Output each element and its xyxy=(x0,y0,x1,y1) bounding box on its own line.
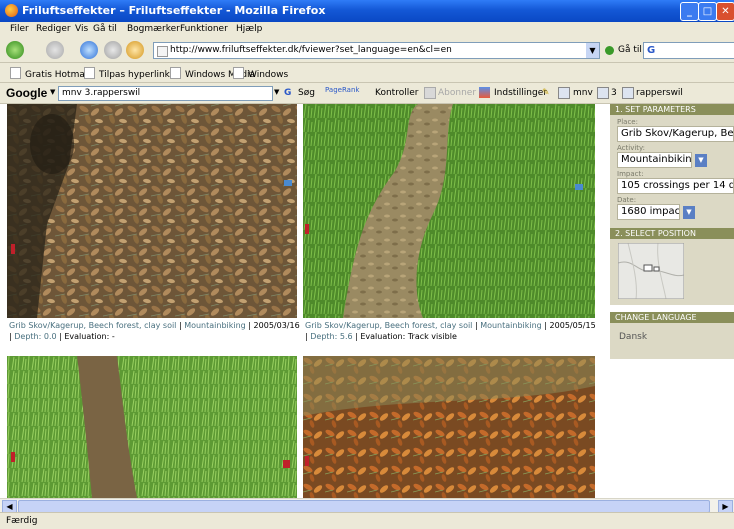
bookmark-item[interactable]: Gratis Hotmail xyxy=(10,67,90,80)
subscribe-icon xyxy=(424,87,436,99)
bookmark-item[interactable]: Windows xyxy=(233,67,288,80)
search-term-button[interactable]: rapperswil xyxy=(636,88,683,98)
status-text: Færdig xyxy=(6,516,38,526)
forward-arrow-icon[interactable] xyxy=(46,41,64,59)
field-label: Date: xyxy=(617,196,637,204)
google-search-button[interactable]: Søg xyxy=(298,88,315,98)
set-parameters-section: 1. SET PARAMETERS Place: Grib Skov/Kager… xyxy=(610,104,734,230)
field-label: Impact: xyxy=(617,170,644,178)
photo-date: 2005/05/15 xyxy=(549,321,596,330)
horizontal-scrollbar[interactable]: ◀ ▶ xyxy=(0,498,734,514)
select-position-section: 2. SELECT POSITION xyxy=(610,228,734,305)
subscribe-button[interactable]: Abonner xyxy=(438,88,476,98)
chevron-down-icon[interactable]: ▼ xyxy=(274,88,279,96)
search-term-icon xyxy=(622,87,634,99)
change-language-section: CHANGE LANGUAGE Dansk xyxy=(610,312,734,359)
highlight-icon[interactable]: ✎ xyxy=(542,88,550,98)
settings-icon xyxy=(479,87,490,98)
chevron-down-icon[interactable]: ▼ xyxy=(586,43,599,58)
window-title: Friluftseffekter – Friluftseffekter - Mo… xyxy=(22,4,326,17)
menu-view[interactable]: Vis xyxy=(75,24,88,34)
sidebar: 1. SET PARAMETERS Place: Grib Skov/Kager… xyxy=(610,104,734,498)
depth-link[interactable]: Depth: 0.0 xyxy=(14,332,56,341)
reload-icon[interactable] xyxy=(80,41,98,59)
menu-bar: Filer Rediger Vis Gå til Bogmærker Funkt… xyxy=(0,22,734,37)
status-bar: Færdig xyxy=(0,512,734,529)
language-link[interactable]: Dansk xyxy=(619,332,647,342)
address-bar[interactable]: http://www.friluftseffekter.dk/fviewer?s… xyxy=(153,42,600,59)
place-link[interactable]: Grib Skov/Kagerup, Beech forest, clay so… xyxy=(305,321,472,330)
bookmark-icon xyxy=(170,67,181,79)
google-search-input[interactable]: mnv 3.rapperswil xyxy=(58,86,273,101)
photo-caption: Grib Skov/Kagerup, Beech forest, clay so… xyxy=(9,321,300,341)
search-term-icon xyxy=(597,87,609,99)
section-header: 2. SELECT POSITION xyxy=(610,228,734,239)
position-map[interactable] xyxy=(618,243,684,299)
bookmark-icon xyxy=(10,67,21,79)
depth-link[interactable]: Depth: 5.6 xyxy=(310,332,352,341)
google-logo[interactable]: Google xyxy=(6,86,47,100)
google-g-icon[interactable]: G xyxy=(284,88,291,98)
photo-caption: Grib Skov/Kagerup, Beech forest, clay so… xyxy=(305,321,596,341)
activity-link[interactable]: Mountainbiking xyxy=(480,321,542,330)
maximize-button[interactable]: □ xyxy=(698,2,717,21)
field-label: Activity: xyxy=(617,144,646,152)
firefox-icon xyxy=(5,4,18,17)
search-term-button[interactable]: mnv xyxy=(573,88,593,98)
home-icon[interactable] xyxy=(126,41,144,59)
trail-photo[interactable] xyxy=(303,356,595,498)
activity-select[interactable]: Mountainbiking xyxy=(617,152,692,168)
evaluation-text: | Evaluation: Track visible xyxy=(355,332,457,341)
minimize-button[interactable]: _ xyxy=(680,2,699,21)
chevron-down-icon[interactable]: ▼ xyxy=(695,153,707,167)
menu-go[interactable]: Gå til xyxy=(93,24,117,34)
impact-select[interactable]: 105 crossings per 14 days xyxy=(617,178,734,194)
bookmark-item[interactable]: Tilpas hyperlinks xyxy=(84,67,175,80)
go-button[interactable]: Gå til xyxy=(618,45,642,55)
navigation-toolbar: http://www.friluftseffekter.dk/fviewer?s… xyxy=(0,37,734,63)
menu-file[interactable]: Filer xyxy=(10,24,29,34)
search-term-icon xyxy=(558,87,570,99)
menu-help[interactable]: Hjælp xyxy=(236,24,262,34)
search-term-button[interactable]: 3 xyxy=(611,88,617,98)
address-url: http://www.friluftseffekter.dk/fviewer?s… xyxy=(170,45,452,55)
pagerank-indicator: PageRank xyxy=(325,86,360,94)
place-select[interactable]: Grib Skov/Kagerup, Beech xyxy=(617,126,734,142)
chevron-down-icon[interactable]: ▼ xyxy=(683,205,695,219)
search-input[interactable]: G xyxy=(643,42,734,59)
section-header: CHANGE LANGUAGE xyxy=(610,312,734,323)
close-button[interactable]: ✕ xyxy=(716,2,734,21)
menu-edit[interactable]: Rediger xyxy=(36,24,71,34)
menu-bookmarks[interactable]: Bogmærker xyxy=(127,24,180,34)
bookmark-icon xyxy=(233,67,244,79)
menu-tools[interactable]: Funktioner xyxy=(180,24,228,34)
stop-icon[interactable] xyxy=(104,41,122,59)
field-label: Place: xyxy=(617,118,638,126)
section-header: 1. SET PARAMETERS xyxy=(610,104,734,115)
trail-photo[interactable] xyxy=(7,356,297,498)
date-select[interactable]: 1680 impacts xyxy=(617,204,680,220)
photo-date: 2005/03/16 xyxy=(253,321,300,330)
page-icon xyxy=(157,46,168,57)
settings-button[interactable]: Indstillinger xyxy=(494,88,547,98)
chevron-down-icon[interactable]: ▼ xyxy=(50,88,55,96)
go-icon[interactable] xyxy=(605,46,614,55)
evaluation-text: | Evaluation: - xyxy=(59,332,115,341)
google-toolbar: Google ▼ mnv 3.rapperswil ▼ G Søg PageRa… xyxy=(0,83,734,104)
window-titlebar: Friluftseffekter – Friluftseffekter - Mo… xyxy=(0,0,734,22)
page-content: Grib Skov/Kagerup, Beech forest, clay so… xyxy=(0,104,734,498)
bookmarks-toolbar: Gratis Hotmail Tilpas hyperlinks Windows… xyxy=(0,63,734,83)
bookmark-icon xyxy=(84,67,95,79)
activity-link[interactable]: Mountainbiking xyxy=(184,321,246,330)
trail-photo[interactable] xyxy=(303,104,595,318)
check-button[interactable]: Kontroller xyxy=(375,88,418,98)
place-link[interactable]: Grib Skov/Kagerup, Beech forest, clay so… xyxy=(9,321,176,330)
back-arrow-icon[interactable] xyxy=(6,41,24,59)
trail-photo[interactable] xyxy=(7,104,297,318)
